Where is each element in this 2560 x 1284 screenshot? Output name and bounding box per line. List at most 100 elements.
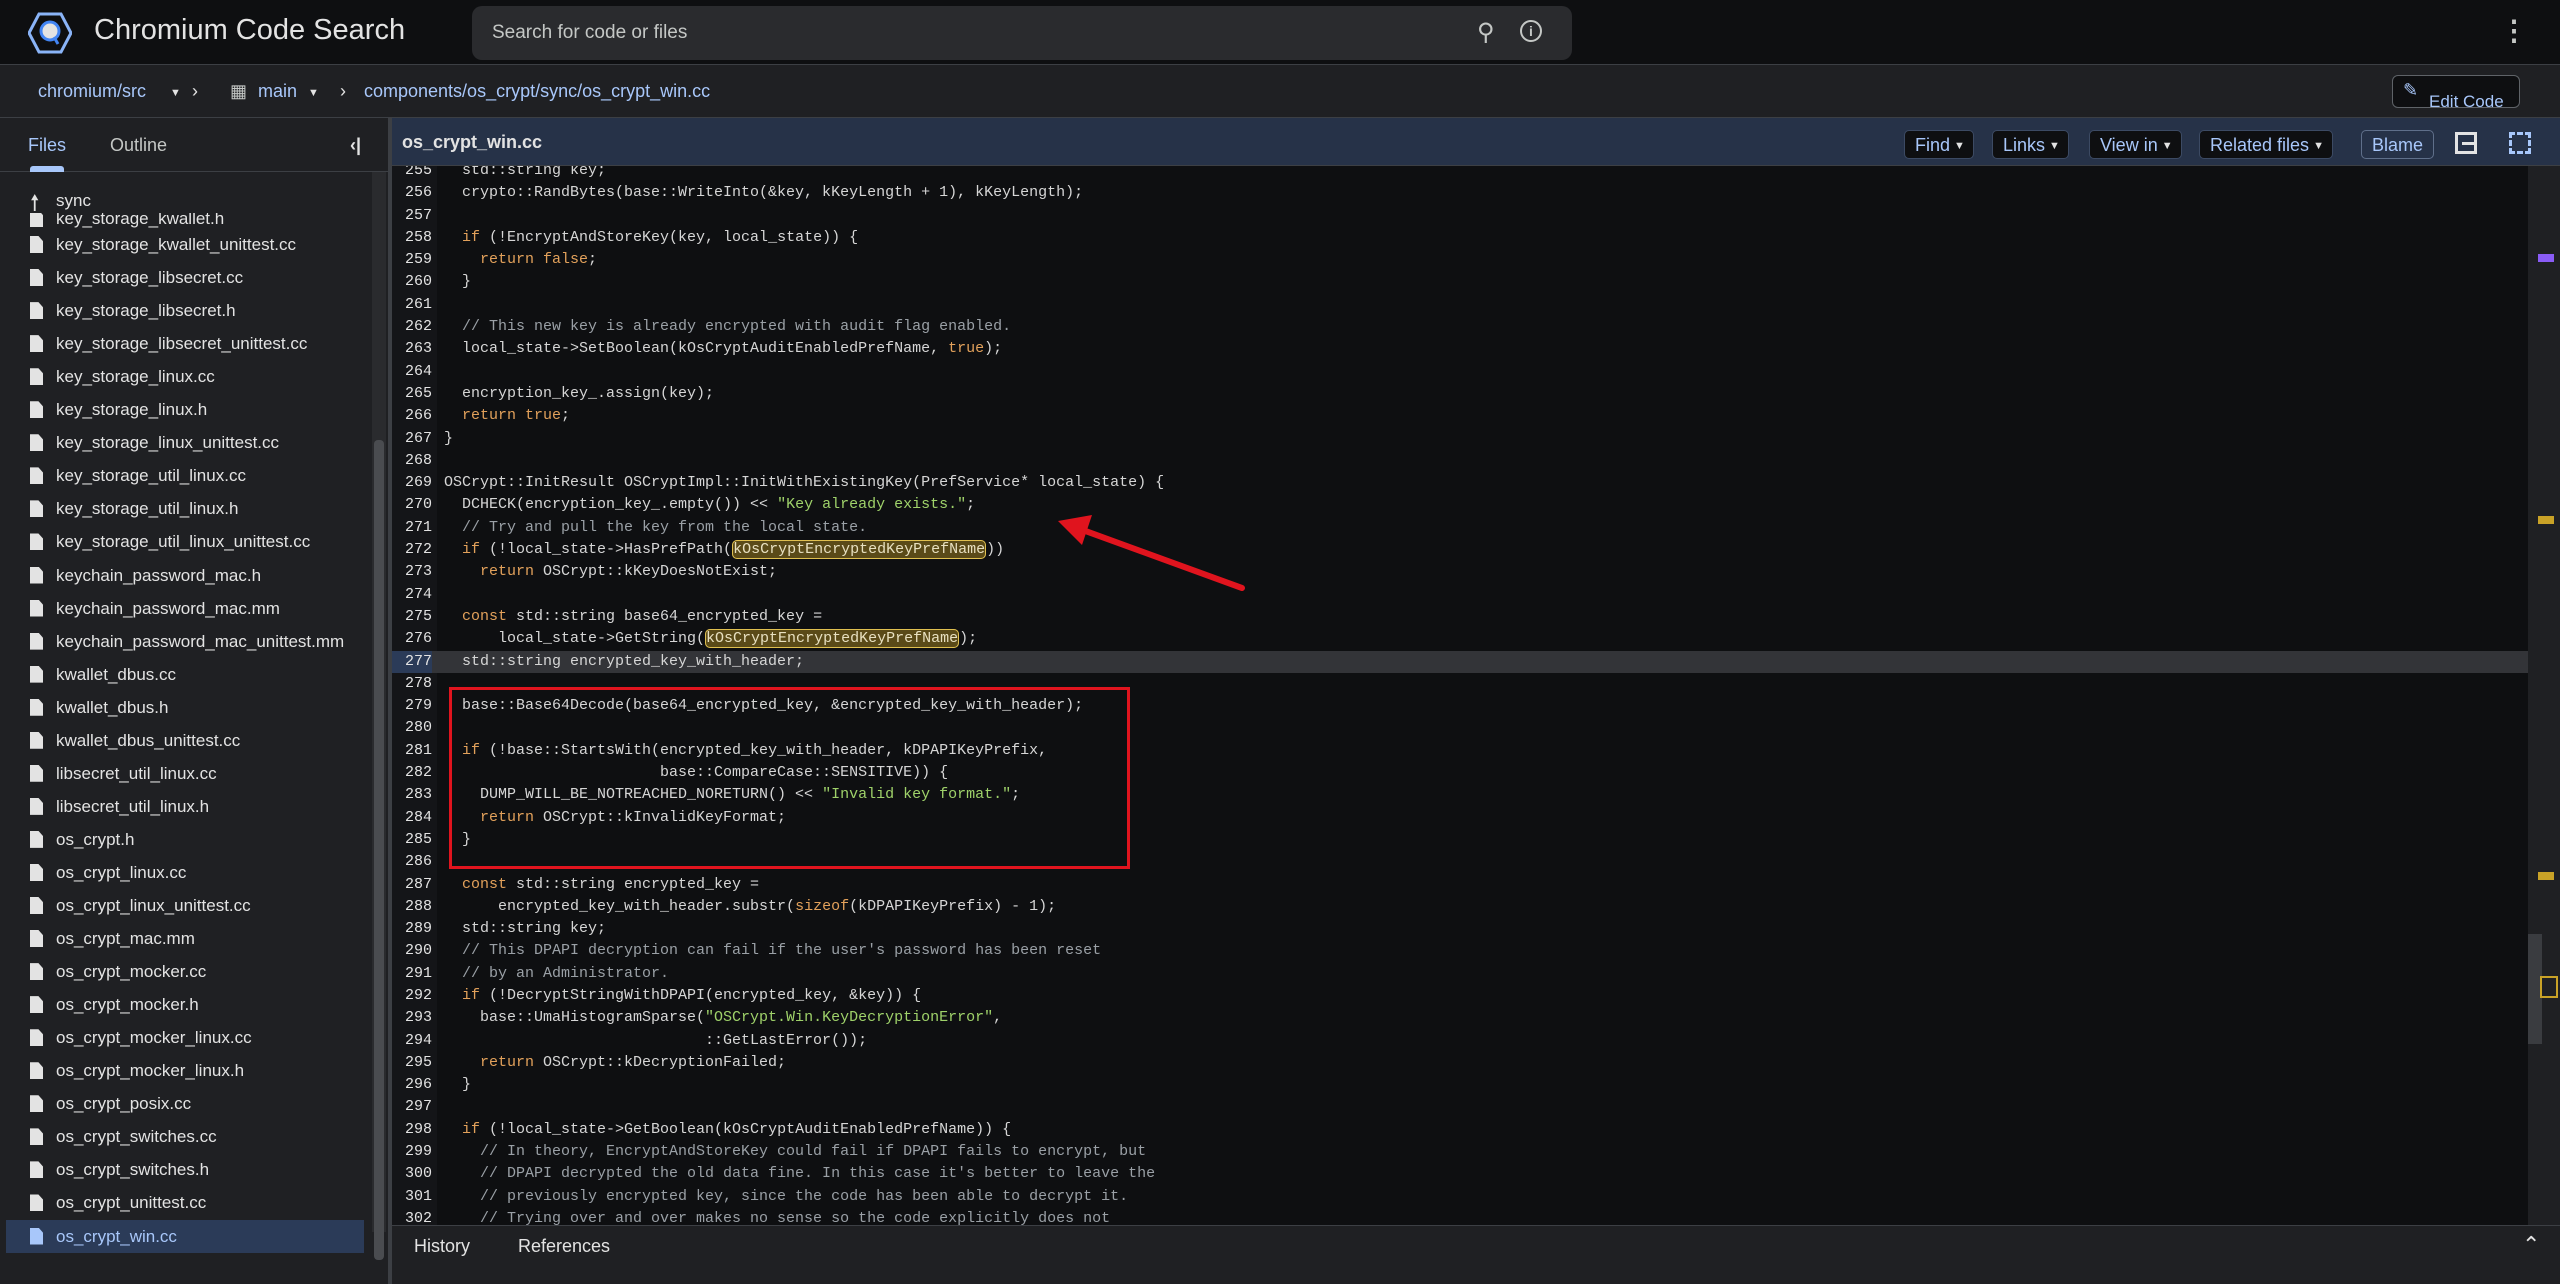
- file-item[interactable]: key_storage_util_linux_unittest.cc: [6, 525, 364, 558]
- line-number[interactable]: 282: [392, 762, 432, 784]
- line-number[interactable]: 277: [392, 650, 432, 673]
- code-line[interactable]: 299 // In theory, EncryptAndStoreKey cou…: [392, 1141, 2528, 1163]
- line-number[interactable]: 289: [392, 918, 432, 940]
- file-item[interactable]: os_crypt_mac.mm: [6, 922, 364, 955]
- code-line[interactable]: 257: [392, 205, 2528, 227]
- line-number[interactable]: 271: [392, 517, 432, 539]
- line-number[interactable]: 272: [392, 539, 432, 561]
- file-item[interactable]: os_crypt_linux_unittest.cc: [6, 889, 364, 922]
- line-number[interactable]: 294: [392, 1030, 432, 1052]
- code-line[interactable]: 274: [392, 584, 2528, 606]
- find-button[interactable]: Find ▼: [1904, 130, 1974, 159]
- code-line[interactable]: 262 // This new key is already encrypted…: [392, 316, 2528, 338]
- line-number[interactable]: 285: [392, 829, 432, 851]
- line-number[interactable]: 295: [392, 1052, 432, 1074]
- code-line[interactable]: 296 }: [392, 1074, 2528, 1096]
- code-line[interactable]: 271 // Try and pull the key from the loc…: [392, 517, 2528, 539]
- line-number[interactable]: 264: [392, 361, 432, 383]
- expand-panel-icon[interactable]: ⌃: [2522, 1232, 2540, 1258]
- file-item[interactable]: os_crypt.h: [6, 823, 364, 856]
- search-highlight[interactable]: kOsCryptEncryptedKeyPrefName: [732, 540, 987, 560]
- code-line[interactable]: 260 }: [392, 271, 2528, 293]
- line-number[interactable]: 259: [392, 249, 432, 271]
- line-number[interactable]: 281: [392, 740, 432, 762]
- code-line[interactable]: 301 // previously encrypted key, since t…: [392, 1186, 2528, 1208]
- line-number[interactable]: 278: [392, 673, 432, 695]
- sidebar-scrollbar-thumb[interactable]: [374, 440, 384, 1260]
- file-item[interactable]: os_crypt_mocker_linux.cc: [6, 1021, 364, 1054]
- edit-code-button[interactable]: ✎ Edit Code: [2392, 75, 2520, 111]
- code-line[interactable]: 265 encryption_key_.assign(key);: [392, 383, 2528, 405]
- code-line[interactable]: 261: [392, 294, 2528, 316]
- line-number[interactable]: 299: [392, 1141, 432, 1163]
- line-number[interactable]: 270: [392, 494, 432, 516]
- line-number[interactable]: 257: [392, 205, 432, 227]
- line-number[interactable]: 279: [392, 695, 432, 717]
- file-item[interactable]: libsecret_util_linux.cc: [6, 757, 364, 790]
- code-line[interactable]: 297: [392, 1096, 2528, 1118]
- line-number[interactable]: 283: [392, 784, 432, 806]
- code-line[interactable]: 292 if (!DecryptStringWithDPAPI(encrypte…: [392, 985, 2528, 1007]
- code-line[interactable]: 277 std::string encrypted_key_with_heade…: [392, 650, 2528, 673]
- line-number[interactable]: 288: [392, 896, 432, 918]
- code-line[interactable]: 263 local_state->SetBoolean(kOsCryptAudi…: [392, 338, 2528, 360]
- file-item[interactable]: os_crypt_mocker_linux.h: [6, 1054, 364, 1087]
- view-in-button[interactable]: View in ▼: [2089, 130, 2182, 159]
- line-number[interactable]: 274: [392, 584, 432, 606]
- line-number[interactable]: 296: [392, 1074, 432, 1096]
- layout-toggle-icon[interactable]: [2455, 132, 2477, 154]
- file-item[interactable]: keychain_password_mac.h: [6, 559, 364, 592]
- parent-directory[interactable]: 🠕 sync: [6, 184, 364, 217]
- code-line[interactable]: 290 // This DPAPI decryption can fail if…: [392, 940, 2528, 962]
- line-number[interactable]: 300: [392, 1163, 432, 1185]
- file-item[interactable]: key_storage_libsecret.h: [6, 294, 364, 327]
- more-vert-icon[interactable]: ⋮: [2500, 14, 2528, 47]
- info-icon[interactable]: i: [1520, 20, 1542, 42]
- line-number[interactable]: 266: [392, 405, 432, 427]
- line-number[interactable]: 268: [392, 450, 432, 472]
- code-line[interactable]: 289 std::string key;: [392, 918, 2528, 940]
- code-line[interactable]: 256 crypto::RandBytes(base::WriteInto(&k…: [392, 182, 2528, 204]
- file-item[interactable]: keychain_password_mac.mm: [6, 592, 364, 625]
- line-number[interactable]: 276: [392, 628, 432, 650]
- file-item[interactable]: key_storage_kwallet_unittest.cc: [6, 228, 364, 261]
- search-input[interactable]: [492, 6, 1432, 60]
- file-item[interactable]: os_crypt_mocker.h: [6, 988, 364, 1021]
- file-item[interactable]: key_storage_linux.h: [6, 393, 364, 426]
- line-number[interactable]: 275: [392, 606, 432, 628]
- file-item[interactable]: key_storage_linux.cc: [6, 360, 364, 393]
- code-line[interactable]: 302 // Trying over and over makes no sen…: [392, 1208, 2528, 1225]
- line-number[interactable]: 273: [392, 561, 432, 583]
- code-line[interactable]: 287 const std::string encrypted_key =: [392, 874, 2528, 896]
- line-number[interactable]: 287: [392, 874, 432, 896]
- file-item[interactable]: os_crypt_win.cc: [6, 1219, 364, 1253]
- chromium-code-search-logo[interactable]: [28, 12, 72, 54]
- line-number[interactable]: 298: [392, 1119, 432, 1141]
- file-item[interactable]: kwallet_dbus_unittest.cc: [6, 724, 364, 757]
- code-line[interactable]: 269 OSCrypt::InitResult OSCryptImpl::Init…: [392, 472, 2528, 494]
- tab-references[interactable]: References: [518, 1236, 610, 1257]
- line-number[interactable]: 280: [392, 717, 432, 739]
- code-line[interactable]: 270 DCHECK(encryption_key_.empty()) << "…: [392, 494, 2528, 516]
- collapse-sidebar-icon[interactable]: ‹|: [350, 135, 361, 156]
- line-number[interactable]: 269: [392, 472, 432, 494]
- tab-history[interactable]: History: [414, 1236, 470, 1257]
- code-line[interactable]: 266 return true;: [392, 405, 2528, 427]
- file-path[interactable]: components/os_crypt/sync/os_crypt_win.cc: [364, 81, 710, 102]
- line-number[interactable]: 255: [392, 166, 432, 182]
- line-number[interactable]: 258: [392, 227, 432, 249]
- fullscreen-icon[interactable]: [2509, 132, 2531, 154]
- code-line[interactable]: 288 encrypted_key_with_header.substr(siz…: [392, 896, 2528, 918]
- code-line[interactable]: 258 if (!EncryptAndStoreKey(key, local_s…: [392, 227, 2528, 249]
- code-scrollbar[interactable]: [2528, 166, 2560, 1225]
- code-line[interactable]: 264: [392, 361, 2528, 383]
- file-item[interactable]: os_crypt_switches.h: [6, 1153, 364, 1186]
- branch-selector[interactable]: main: [258, 81, 297, 102]
- code-line[interactable]: 268: [392, 450, 2528, 472]
- file-item[interactable]: key_storage_util_linux.cc: [6, 459, 364, 492]
- file-item[interactable]: os_crypt_switches.cc: [6, 1120, 364, 1153]
- file-item[interactable]: key_storage_linux_unittest.cc: [6, 426, 364, 459]
- links-button[interactable]: Links ▼: [1992, 130, 2069, 159]
- related-files-button[interactable]: Related files ▼: [2199, 130, 2333, 159]
- line-number[interactable]: 284: [392, 807, 432, 829]
